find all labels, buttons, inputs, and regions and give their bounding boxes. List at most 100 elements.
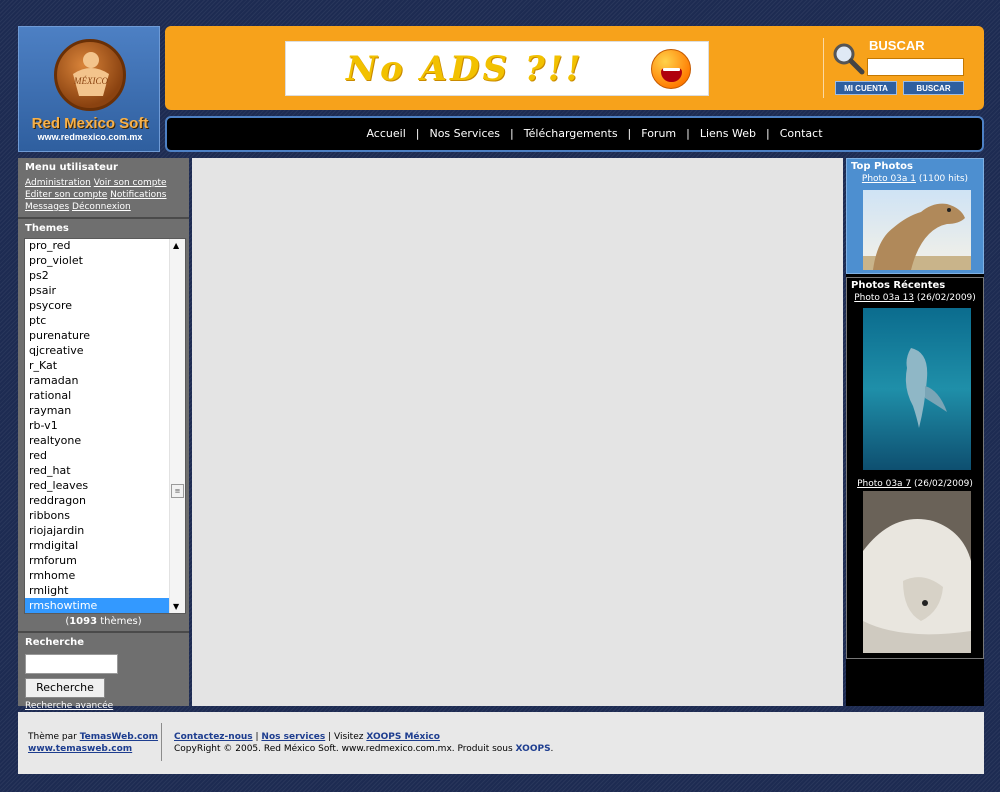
user-menu-title: Menu utilisateur [25, 162, 118, 173]
theme-option[interactable]: ptc [25, 313, 169, 328]
recent-photos-block: Photos Récentes Photo 03a 13 (26/02/2009… [846, 277, 984, 659]
right-sidebar: Top Photos Photo 03a 1 (1100 hits) Photo… [846, 158, 984, 706]
sidebar-search-button[interactable]: Recherche [25, 678, 105, 698]
logo-name: Red Mexico Soft [31, 115, 149, 132]
theme-option[interactable]: rb-v1 [25, 418, 169, 433]
logo-badge-text: MÉXICO [73, 76, 108, 86]
footer-theme-by: Thème par [28, 732, 80, 742]
theme-option[interactable]: realtyone [25, 433, 169, 448]
advanced-search-link[interactable]: Recherche avancée [25, 701, 182, 711]
themes-title: Themes [25, 223, 69, 234]
logo-url: www.redmexico.com.mx [37, 132, 143, 142]
scroll-thumb[interactable]: ≡ [171, 484, 184, 498]
themes-block: Themes pro_red pro_violet ps2 psair psycore p… [18, 219, 189, 633]
nav-separator: | [766, 127, 770, 140]
theme-option[interactable]: rational [25, 388, 169, 403]
my-account-button[interactable]: MI CUENTA [835, 81, 897, 95]
camel-photo[interactable] [863, 190, 971, 270]
theme-option[interactable]: red [25, 448, 169, 463]
top-photo-caption: Photo 03a 1 (1100 hits) [861, 174, 969, 184]
theme-option[interactable]: ribbons [25, 508, 169, 523]
site-logo[interactable]: MÉXICO Red Mexico Soft www.redmexico.com… [18, 26, 160, 152]
theme-option[interactable]: ps2 [25, 268, 169, 283]
theme-options: pro_red pro_violet ps2 psair psycore ptc puren… [25, 239, 169, 613]
link-view-account[interactable]: Voir son compte [94, 178, 167, 188]
nav-contact[interactable]: Contact [780, 127, 823, 140]
theme-option[interactable]: qjcreative [25, 343, 169, 358]
top-photo-link[interactable]: Photo 03a 1 [862, 174, 916, 184]
header-search-input[interactable] [867, 58, 964, 76]
temasweb-link[interactable]: TemasWeb.com [80, 732, 158, 742]
search-divider [823, 38, 824, 98]
user-menu-block: Menu utilisateur Administration Voir son… [18, 158, 189, 219]
xoops-mexico-link[interactable]: XOOPS México [366, 732, 440, 742]
theme-option[interactable]: pro_violet [25, 253, 169, 268]
recent-photo-link[interactable]: Photo 03a 13 [854, 293, 914, 303]
theme-option[interactable]: red_hat [25, 463, 169, 478]
sidebar-search-input[interactable] [25, 654, 118, 674]
theme-option[interactable]: rmdigital [25, 538, 169, 553]
link-administration[interactable]: Administration [25, 178, 91, 188]
left-sidebar: Menu utilisateur Administration Voir son… [18, 158, 189, 711]
recent-photo-caption: Photo 03a 13 (26/02/2009) [854, 293, 976, 303]
theme-option[interactable]: rayman [25, 403, 169, 418]
dolphin-photo[interactable] [863, 308, 971, 470]
theme-option[interactable]: riojajardin [25, 523, 169, 538]
search-title: BUSCAR [869, 38, 925, 53]
theme-select-list[interactable]: pro_red pro_violet ps2 psair psycore ptc puren… [24, 238, 186, 614]
search-block: Recherche Recherche Recherche avancée [18, 633, 189, 715]
link-messages[interactable]: Messages [25, 202, 69, 212]
nav-forum[interactable]: Forum [641, 127, 676, 140]
link-notifications[interactable]: Notifications [110, 190, 166, 200]
scroll-down-arrow-icon[interactable]: ▼ [173, 602, 179, 611]
nav-separator: | [415, 127, 420, 140]
logo-emblem-icon: MÉXICO [54, 39, 126, 111]
theme-option[interactable]: rmhome [25, 568, 169, 583]
nav-separator: | [510, 127, 514, 140]
theme-option[interactable]: psycore [25, 298, 169, 313]
copyright-text: CopyRight © 2005. Red México Soft. www.r… [174, 744, 516, 754]
footer: Thème par TemasWeb.com www.temasweb.com … [18, 712, 984, 774]
nav-web-links[interactable]: Liens Web [700, 127, 756, 140]
link-logout[interactable]: Déconnexion [72, 202, 131, 212]
theme-option[interactable]: red_leaves [25, 478, 169, 493]
theme-option[interactable]: reddragon [25, 493, 169, 508]
services-link[interactable]: Nos services [261, 732, 325, 742]
ad-banner[interactable]: No ADS ?!! [285, 41, 709, 96]
polar-bear-photo[interactable] [863, 491, 971, 653]
theme-option[interactable]: rmlight [25, 583, 169, 598]
theme-option[interactable]: purenature [25, 328, 169, 343]
main-content [192, 158, 843, 706]
magnifier-icon [833, 43, 865, 75]
recent-photos-title: Photos Récentes [851, 280, 946, 291]
theme-option[interactable]: pro_red [25, 239, 169, 253]
theme-option[interactable]: rmforum [25, 553, 169, 568]
nav-home[interactable]: Accueil [366, 127, 405, 140]
contact-link[interactable]: Contactez-nous [174, 732, 253, 742]
nav-services[interactable]: Nos Services [429, 127, 500, 140]
temasweb-url-link[interactable]: www.temasweb.com [28, 744, 132, 754]
link-edit-account[interactable]: Editer son compte [25, 190, 107, 200]
theme-list-scrollbar[interactable]: ▲ ≡ ▼ [169, 239, 185, 613]
top-photos-title: Top Photos [851, 161, 913, 172]
header-search: BUSCAR MI CUENTA BUSCAR [823, 36, 973, 102]
theme-count: (1093 thèmes) [65, 616, 142, 627]
recent-photo-link[interactable]: Photo 03a 7 [857, 479, 911, 489]
footer-theme-credit: Thème par TemasWeb.com www.temasweb.com [28, 731, 158, 755]
theme-option[interactable]: r_Kat [25, 358, 169, 373]
theme-option[interactable]: ramadan [25, 373, 169, 388]
nav-separator: | [686, 127, 690, 140]
search-button[interactable]: BUSCAR [903, 81, 964, 95]
top-photos-block: Top Photos Photo 03a 1 (1100 hits) [846, 158, 984, 274]
nav-downloads[interactable]: Téléchargements [524, 127, 618, 140]
shouting-smiley-icon [651, 49, 691, 89]
theme-option[interactable]: rmshowtime [25, 598, 169, 613]
footer-links: Contactez-nous | Nos services | Visitez … [174, 732, 554, 754]
banner-text: No ADS ?!! [346, 49, 584, 89]
theme-count-number: 1093 [69, 616, 98, 627]
scroll-up-arrow-icon[interactable]: ▲ [173, 241, 179, 250]
theme-option[interactable]: psair [25, 283, 169, 298]
user-menu-links: Administration Voir son compte Editer so… [25, 177, 182, 213]
xoops-link[interactable]: XOOPS [516, 744, 551, 754]
search-block-title: Recherche [25, 637, 85, 648]
